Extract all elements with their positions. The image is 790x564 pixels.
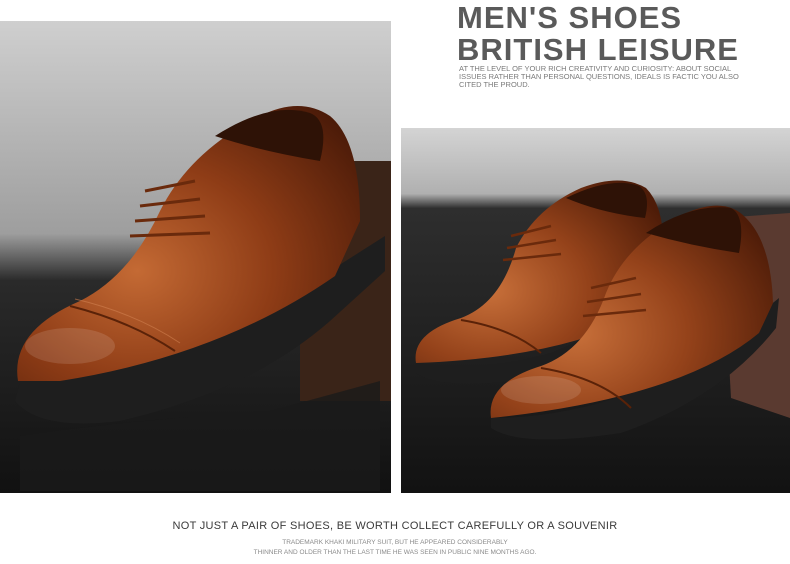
footer-title: NOT JUST A PAIR OF SHOES, BE WORTH COLLE…: [172, 520, 618, 532]
product-photo-single-shoe: [0, 21, 391, 493]
headline-line-1: MEN'S SHOES: [457, 0, 683, 35]
intro-text: AT THE LEVEL OF YOUR RICH CREATIVITY AND…: [459, 64, 739, 89]
product-photo-pair-shoes: [401, 128, 790, 493]
footer-subtext-1: TRADEMARK KHAKI MILITARY SUIT, BUT HE AP…: [282, 539, 508, 546]
footer-subtext-2: THINNER AND OLDER THAN THE LAST TIME HE …: [253, 549, 537, 556]
headline-line-2: BRITISH LEISURE: [457, 32, 739, 67]
